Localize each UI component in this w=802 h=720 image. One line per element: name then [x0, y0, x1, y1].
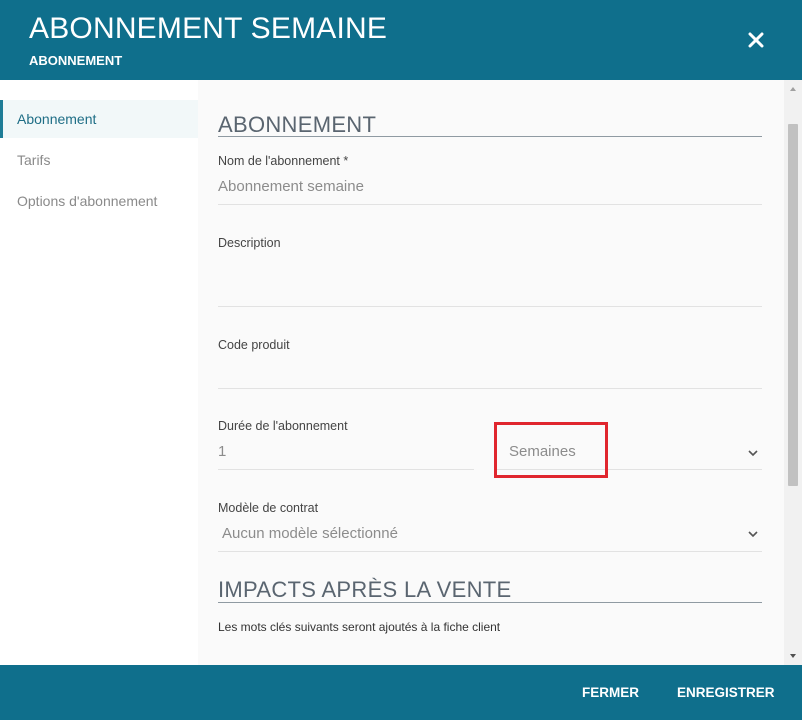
dialog-footer: FERMER ENREGISTRER [0, 665, 802, 720]
scroll-down-icon[interactable] [789, 653, 797, 659]
section-divider [218, 602, 762, 603]
duration-label: Durée de l'abonnement [218, 419, 348, 433]
chevron-down-icon[interactable] [746, 529, 760, 539]
close-icon [748, 32, 764, 48]
sidebar-item-tarifs[interactable]: Tarifs [0, 141, 198, 179]
scrollbar[interactable] [784, 80, 802, 665]
section-divider [218, 136, 762, 137]
name-label: Nom de l'abonnement * [218, 154, 349, 168]
dialog-header: ABONNEMENT SEMAINE ABONNEMENT [0, 0, 802, 80]
description-label: Description [218, 236, 281, 250]
sidebar-item-abonnement[interactable]: Abonnement [0, 100, 198, 138]
scroll-up-icon[interactable] [789, 86, 797, 92]
dialog-subtitle: ABONNEMENT [29, 53, 123, 68]
chevron-down-icon[interactable] [746, 448, 760, 458]
section-title-abonnement: ABONNEMENT [218, 112, 377, 137]
product-code-label: Code produit [218, 338, 290, 352]
name-input[interactable]: Abonnement semaine [218, 178, 364, 195]
form-content: ABONNEMENT Nom de l'abonnement * Abonnem… [198, 80, 784, 665]
duration-underline [218, 469, 474, 470]
contract-model-label: Modèle de contrat [218, 501, 319, 515]
product-code-underline [218, 388, 762, 389]
sidebar-nav: Abonnement Tarifs Options d'abonnement [0, 80, 198, 665]
highlight-box [494, 422, 608, 478]
save-button[interactable]: ENREGISTRER [677, 685, 775, 700]
section-title-impacts: IMPACTS APRÈS LA VENTE [218, 577, 512, 602]
description-underline [218, 306, 762, 307]
description-input[interactable] [218, 260, 762, 300]
contract-model-underline [218, 551, 762, 552]
impacts-description: Les mots clés suivants seront ajoutés à … [218, 620, 501, 634]
scroll-thumb[interactable] [788, 124, 798, 486]
duration-input[interactable]: 1 [218, 443, 226, 460]
close-dialog-button[interactable]: FERMER [582, 685, 639, 700]
name-underline [218, 204, 762, 205]
close-button[interactable] [740, 24, 772, 56]
contract-model-select[interactable]: Aucun modèle sélectionné [222, 525, 398, 542]
dialog-title: ABONNEMENT SEMAINE [29, 12, 388, 45]
product-code-input[interactable] [218, 362, 762, 386]
sidebar-item-options[interactable]: Options d'abonnement [0, 182, 198, 220]
